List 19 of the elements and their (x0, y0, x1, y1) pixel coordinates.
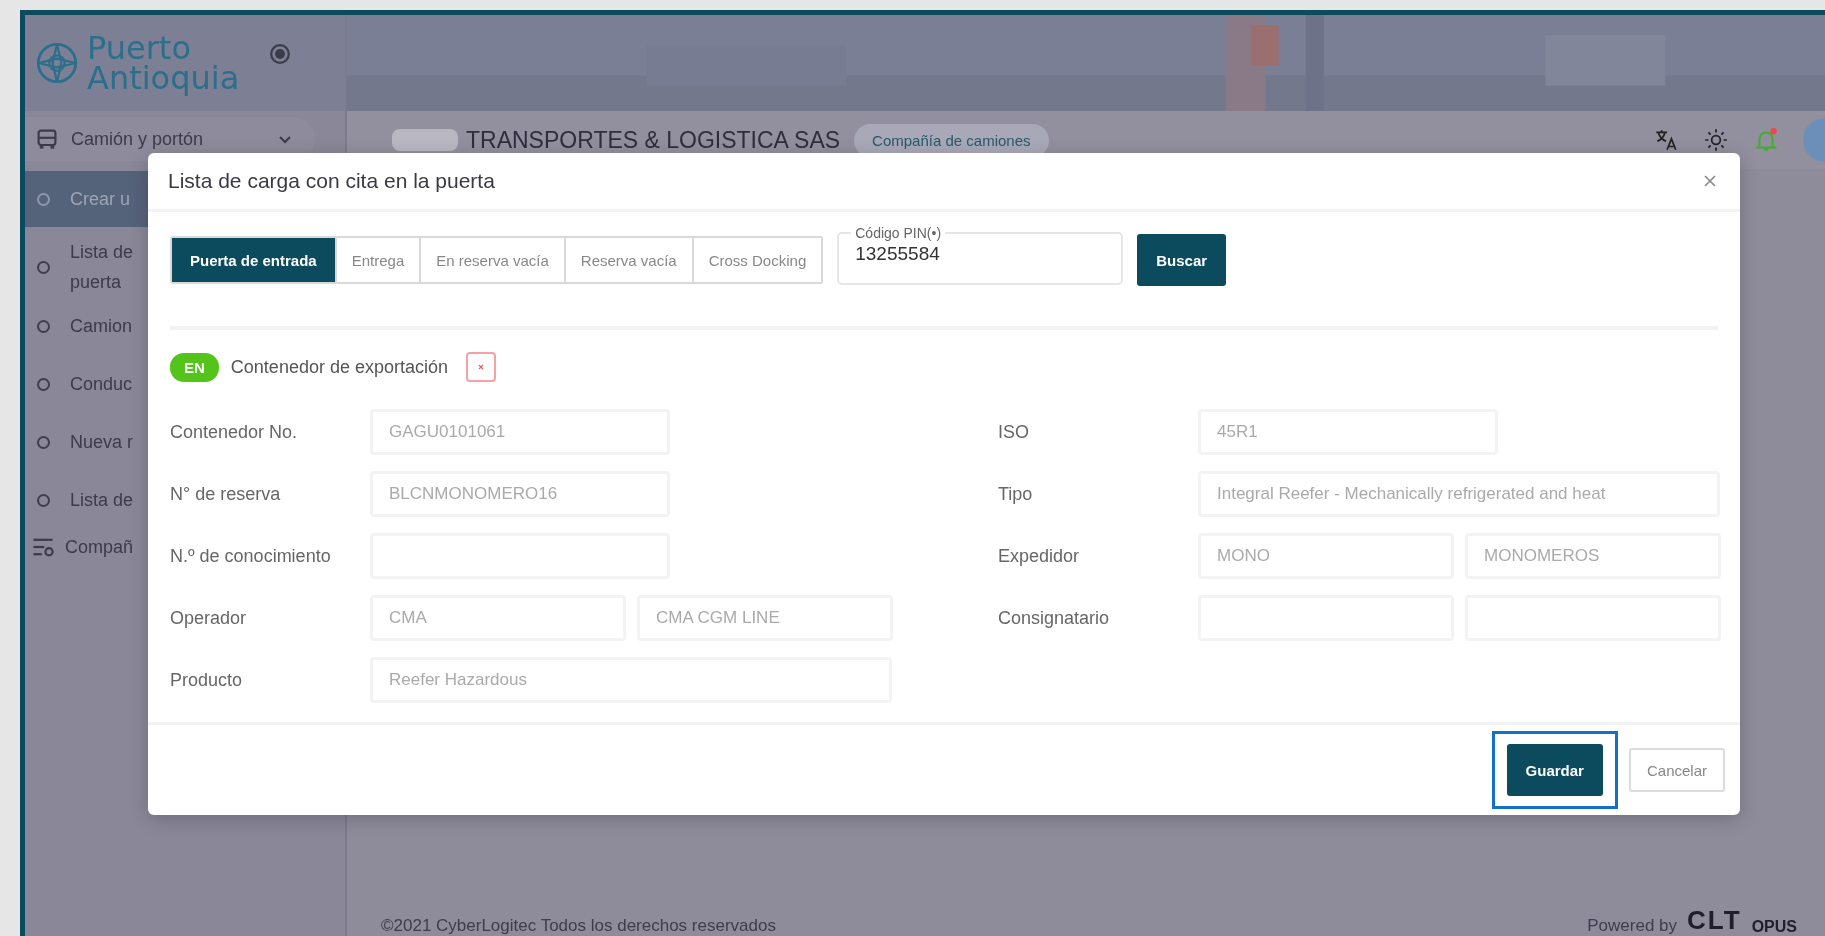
logo-text: Antioquia (87, 63, 240, 94)
field-label: Operador (170, 607, 248, 629)
powered-by-text: Powered by (1587, 916, 1678, 936)
type-badge: EN (170, 352, 219, 382)
dialog-title: Lista de carga con cita en la puerta (168, 169, 496, 193)
brand-logo: CLT (1687, 905, 1742, 936)
field-label: Tipo (998, 483, 1034, 505)
field-label: Producto (170, 669, 244, 691)
field-label: N° de reserva (170, 483, 282, 505)
field-label: N.º de conocimiento (170, 545, 332, 567)
copyright-text: ©2021 CyberLogitec Todos los derechos reservados (381, 916, 776, 936)
logo-text: Puerto (87, 32, 191, 63)
product-logo: OPUS (1751, 918, 1797, 936)
container-type-label: Contenedor de exportación (230, 356, 448, 378)
field-label: Expedidor (998, 545, 1081, 567)
field-label: ISO (998, 421, 1030, 443)
field-label: Contenedor No. (170, 421, 299, 443)
field-label: Consignatario (998, 607, 1111, 629)
company-name: TRANSPORTES & LOGISTICA SAS (466, 126, 841, 154)
